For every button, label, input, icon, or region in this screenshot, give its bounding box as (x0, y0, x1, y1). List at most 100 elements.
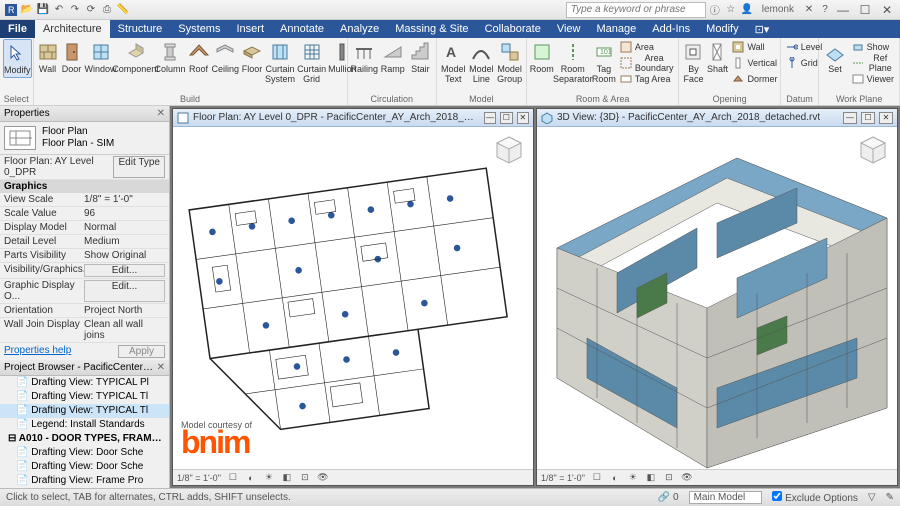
detail-level-icon[interactable]: ☐ (227, 472, 239, 484)
tab-addins[interactable]: Add-Ins (644, 20, 698, 38)
editable-only-icon[interactable]: ✎ (886, 492, 894, 503)
ceiling-button[interactable]: Ceiling (212, 39, 240, 76)
browser-node[interactable]: 📄 Drafting View: Door Sche (0, 460, 169, 474)
roof-button[interactable]: Roof (188, 39, 210, 76)
shadows-icon[interactable]: ◧ (645, 472, 657, 484)
minimize-button[interactable]: — (834, 3, 852, 17)
main-model-dropdown[interactable]: Main Model (689, 491, 763, 504)
wall-button[interactable]: Wall (37, 39, 59, 76)
sun-path-icon[interactable]: ☀ (263, 472, 275, 484)
selection-count[interactable]: 🔗 0 (658, 492, 679, 503)
browser-panel-title[interactable]: Project Browser - PacificCenter_AY_Arch_… (0, 360, 169, 376)
maximize-view-button[interactable]: ☐ (500, 112, 512, 124)
floor-plan-canvas[interactable]: Model courtesy ofbnim (173, 127, 533, 469)
hide-icon[interactable]: 👁 (317, 472, 329, 484)
sync-icon[interactable]: ⟳ (84, 3, 98, 17)
view-titlebar[interactable]: 3D View: {3D} - PacificCenter_AY_Arch_20… (537, 109, 897, 127)
sun-path-icon[interactable]: ☀ (627, 472, 639, 484)
railing-button[interactable]: Railing (351, 39, 379, 76)
tab-architecture[interactable]: Architecture (35, 20, 110, 38)
minimize-view-button[interactable]: — (843, 112, 857, 124)
minimize-view-button[interactable]: — (484, 112, 496, 124)
exclude-options-toggle[interactable]: Exclude Options (772, 491, 858, 504)
view-cube[interactable] (855, 133, 891, 169)
browser-node[interactable]: 📄 Drafting View: TYPICAL Pl (0, 376, 169, 390)
model-line-button[interactable]: Model Line (468, 39, 494, 86)
visual-style-icon[interactable]: ◐ (245, 472, 257, 484)
property-row[interactable]: Parts VisibilityShow Original (0, 249, 169, 263)
instance-selector[interactable]: Floor Plan: AY Level 0_DPREdit Type (0, 155, 169, 180)
tab-modify[interactable]: Modify (698, 20, 746, 38)
apply-button[interactable]: Apply (118, 345, 165, 358)
tab-manage[interactable]: Manage (588, 20, 644, 38)
detail-level-icon[interactable]: ☐ (591, 472, 603, 484)
browser-node[interactable]: 📄 Drafting View: TYPICAL Tl (0, 390, 169, 404)
opening-wall-button[interactable]: Wall (730, 39, 779, 55)
hide-icon[interactable]: 👁 (681, 472, 693, 484)
property-row[interactable]: Display ModelNormal (0, 221, 169, 235)
filter-icon[interactable]: ▽ (868, 492, 876, 503)
model-text-button[interactable]: AModel Text (440, 39, 466, 86)
tab-structure[interactable]: Structure (110, 20, 171, 38)
close-view-button[interactable]: ✕ (879, 112, 893, 124)
property-row[interactable]: Detail LevelMedium (0, 235, 169, 249)
tag-room-button[interactable]: 101Tag Room (592, 39, 616, 86)
view-cube[interactable] (491, 133, 527, 169)
tab-systems[interactable]: Systems (170, 20, 228, 38)
component-button[interactable]: Component (119, 39, 153, 76)
browser-node[interactable]: 📄 Drafting View: Frame Pro (0, 474, 169, 488)
type-selector[interactable]: Floor PlanFloor Plan - SIM (0, 122, 169, 155)
shadows-icon[interactable]: ◧ (281, 472, 293, 484)
floor-button[interactable]: Floor (241, 39, 263, 76)
browser-node[interactable]: 📄 Drafting View: Door Sche (0, 446, 169, 460)
curtain-grid-button[interactable]: Curtain Grid (297, 39, 326, 86)
tab-analyze[interactable]: Analyze (332, 20, 387, 38)
search-input[interactable] (566, 2, 706, 18)
opening-vertical-button[interactable]: Vertical (730, 55, 779, 71)
close-icon[interactable]: ✕ (157, 362, 165, 373)
close-icon[interactable]: ✕ (157, 108, 165, 119)
property-row[interactable]: OrientationProject North (0, 304, 169, 318)
tab-annotate[interactable]: Annotate (272, 20, 332, 38)
browser-node[interactable]: 📄 Legend: Install Standards (0, 418, 169, 432)
room-button[interactable]: Room (530, 39, 554, 76)
property-edit-row[interactable]: Visibility/Graphics...Edit... (0, 263, 169, 279)
tab-collaborate[interactable]: Collaborate (477, 20, 549, 38)
grid-button[interactable]: Grid (784, 55, 825, 71)
project-browser[interactable]: 📄 Drafting View: TYPICAL Pl📄 Drafting Vi… (0, 376, 169, 488)
tab-insert[interactable]: Insert (228, 20, 272, 38)
ref-plane-button[interactable]: Ref Plane (850, 55, 896, 71)
stair-button[interactable]: Stair (408, 39, 434, 76)
column-button[interactable]: Column (155, 39, 186, 76)
by-face-button[interactable]: By Face (682, 39, 704, 86)
browser-node[interactable]: 📄 Drafting View: TYPICAL Tl (0, 404, 169, 418)
tag-area-button[interactable]: Tag Area (618, 71, 676, 87)
door-button[interactable]: Door (61, 39, 83, 76)
crop-icon[interactable]: ⊡ (663, 472, 675, 484)
viewer-button[interactable]: Viewer (850, 71, 896, 87)
close-view-button[interactable]: ✕ (517, 112, 529, 124)
3d-canvas[interactable] (537, 127, 897, 469)
shaft-button[interactable]: Shaft (706, 39, 728, 76)
redo-icon[interactable]: ↷ (68, 3, 82, 17)
modify-button[interactable]: Modify (3, 39, 32, 78)
save-icon[interactable]: 💾 (36, 3, 50, 17)
maximize-view-button[interactable]: ☐ (861, 112, 875, 124)
close-button[interactable]: ✕ (878, 3, 896, 17)
open-icon[interactable]: 📂 (20, 3, 34, 17)
info-icon[interactable]: ⓘ (708, 3, 722, 17)
tab-view[interactable]: View (549, 20, 589, 38)
set-button[interactable]: Set (822, 39, 847, 76)
properties-panel-title[interactable]: Properties✕ (0, 106, 169, 122)
tab-massing[interactable]: Massing & Site (387, 20, 476, 38)
help-icon[interactable]: ? (818, 3, 832, 17)
ramp-button[interactable]: Ramp (380, 39, 406, 76)
curtain-system-button[interactable]: Curtain System (265, 39, 295, 86)
scale-display[interactable]: 1/8" = 1'-0" (541, 473, 585, 483)
browser-node[interactable]: ⊟ A010 - DOOR TYPES, FRAMES & (0, 432, 169, 446)
view-titlebar[interactable]: Floor Plan: AY Level 0_DPR - PacificCent… (173, 109, 533, 127)
star-icon[interactable]: ☆ (724, 3, 738, 17)
tab-extra[interactable]: ⊡▾ (747, 20, 778, 38)
visual-style-icon[interactable]: ◐ (609, 472, 621, 484)
opening-dormer-button[interactable]: Dormer (730, 71, 779, 87)
